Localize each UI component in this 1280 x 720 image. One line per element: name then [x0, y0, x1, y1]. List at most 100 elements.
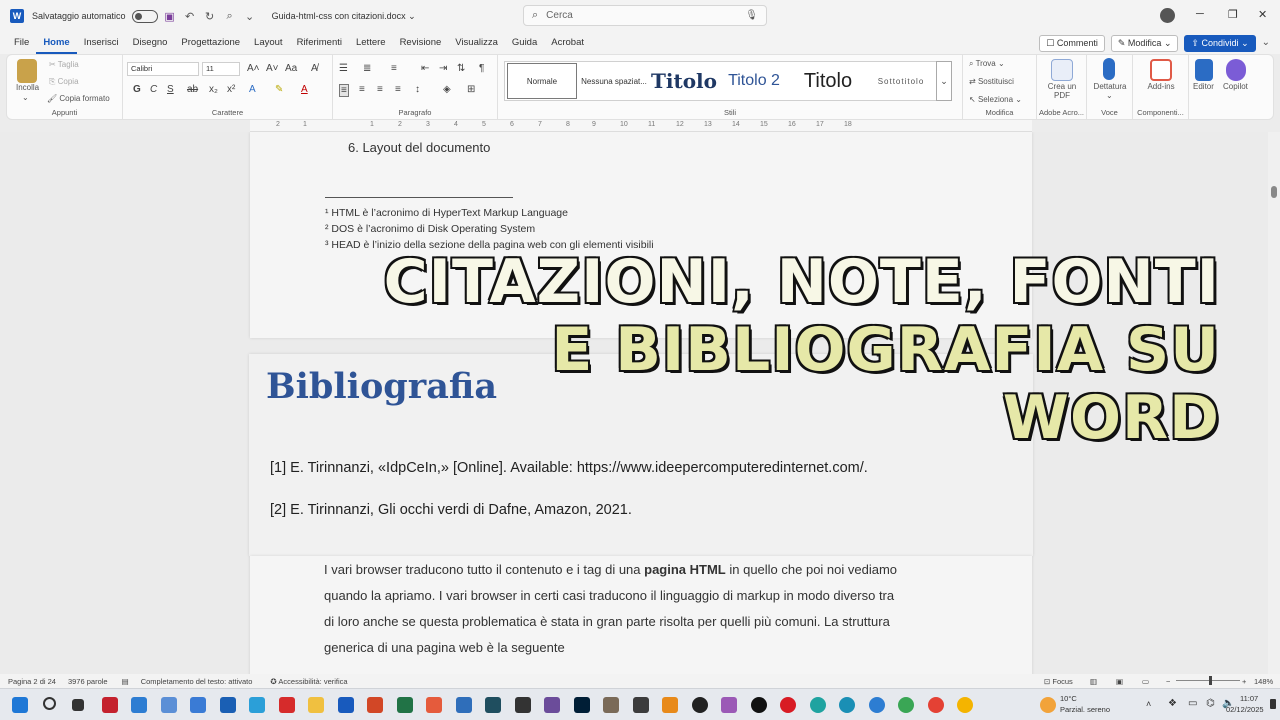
- italic-icon[interactable]: C: [150, 84, 157, 95]
- clock-date[interactable]: 02/12/2025: [1226, 705, 1264, 714]
- minimize-icon[interactable]: ─: [1196, 8, 1204, 20]
- app-icon[interactable]: [603, 697, 619, 713]
- edit-mode-button[interactable]: ✎ Modifica ⌄: [1110, 35, 1179, 52]
- editor-icon[interactable]: [1195, 59, 1213, 81]
- highlight-icon[interactable]: ✎: [275, 84, 283, 95]
- numbering-icon[interactable]: ≣: [363, 63, 371, 74]
- app-icon[interactable]: [544, 697, 560, 713]
- editor-label[interactable]: Editor: [1193, 82, 1214, 91]
- addins-label[interactable]: Add-ins: [1135, 82, 1187, 91]
- app-icon[interactable]: [692, 697, 708, 713]
- notification-icon[interactable]: [1270, 699, 1276, 709]
- focus-button[interactable]: ⊡ Focus: [1044, 677, 1073, 686]
- comments-button[interactable]: ☐ Commenti: [1039, 35, 1105, 52]
- change-case-icon[interactable]: Aa: [285, 63, 297, 74]
- shading-icon[interactable]: ◈: [443, 84, 451, 95]
- sort-icon[interactable]: ⇅: [457, 63, 465, 74]
- tab-help[interactable]: Guida: [505, 32, 544, 54]
- read-mode-icon[interactable]: ▥: [1090, 677, 1097, 686]
- app-icon[interactable]: [485, 697, 501, 713]
- borders-icon[interactable]: ⊞: [467, 84, 475, 95]
- document-title[interactable]: Guida-html-css con citazioni.docx ⌄: [272, 11, 416, 22]
- justify-icon[interactable]: ≡: [395, 84, 401, 95]
- app-icon[interactable]: [131, 697, 147, 713]
- chrome-icon[interactable]: [898, 697, 914, 713]
- scrollbar-thumb[interactable]: [1271, 186, 1277, 198]
- app-icon[interactable]: [102, 697, 118, 713]
- undo-icon[interactable]: ↶: [182, 10, 198, 23]
- style-heading-2[interactable]: Titolo 2: [721, 62, 787, 100]
- bold-icon[interactable]: G: [133, 84, 141, 95]
- line-spacing-icon[interactable]: ↕: [415, 84, 420, 95]
- proofing-icon[interactable]: ▤: [122, 677, 129, 686]
- dictate-label[interactable]: Dettatura: [1089, 82, 1131, 91]
- photoshop-icon[interactable]: [574, 697, 590, 713]
- styles-more-button[interactable]: ⌄: [936, 61, 952, 101]
- app-icon[interactable]: [456, 697, 472, 713]
- dropbox-icon[interactable]: ❖: [1168, 698, 1177, 709]
- font-size-select[interactable]: 11: [202, 62, 240, 76]
- tab-insert[interactable]: Inserisci: [77, 32, 126, 54]
- style-heading-1[interactable]: Titolo: [651, 62, 717, 100]
- ribbon-collapse-icon[interactable]: ⌄: [1262, 35, 1270, 52]
- tab-acrobat[interactable]: Acrobat: [544, 32, 591, 54]
- font-name-select[interactable]: Calibri: [127, 62, 199, 76]
- zoom-slider-handle[interactable]: [1209, 676, 1212, 685]
- autosave-toggle[interactable]: [131, 9, 158, 23]
- taskbar-search-icon[interactable]: [43, 697, 56, 710]
- tab-mailings[interactable]: Lettere: [349, 32, 393, 54]
- opera-icon[interactable]: [780, 697, 796, 713]
- copilot-icon[interactable]: [1226, 59, 1246, 81]
- app-icon[interactable]: [161, 697, 177, 713]
- tab-home[interactable]: Home: [36, 32, 77, 54]
- tab-review[interactable]: Revisione: [393, 32, 449, 54]
- align-left-icon[interactable]: ≡: [339, 84, 349, 97]
- customize-quick-access-icon[interactable]: ⌄: [242, 10, 258, 23]
- tab-file[interactable]: File: [7, 32, 36, 54]
- save-icon[interactable]: ▣: [162, 10, 178, 23]
- bullets-icon[interactable]: ☰: [339, 63, 348, 74]
- font-color-icon[interactable]: A: [301, 84, 308, 95]
- grow-font-icon[interactable]: A˄: [247, 63, 260, 74]
- show-marks-icon[interactable]: ¶: [479, 63, 484, 74]
- style-subtitle[interactable]: Sottotitolo: [869, 62, 933, 100]
- app-icon[interactable]: [190, 697, 206, 713]
- find-icon[interactable]: ⌕: [222, 10, 238, 23]
- vlc-icon[interactable]: [662, 697, 678, 713]
- accessibility-status[interactable]: ✪ Accessibilità: verifica: [270, 677, 347, 686]
- multilevel-list-icon[interactable]: ≡: [391, 63, 397, 74]
- tab-references[interactable]: Riferimenti: [290, 32, 349, 54]
- tray-overflow-icon[interactable]: ˄: [1146, 699, 1151, 709]
- tab-layout[interactable]: Layout: [247, 32, 290, 54]
- app-icon[interactable]: [721, 697, 737, 713]
- text-effects-icon[interactable]: A: [249, 84, 256, 95]
- word-count[interactable]: 3976 parole: [68, 677, 108, 686]
- network-icon[interactable]: ⌬: [1206, 698, 1215, 709]
- web-layout-icon[interactable]: ▭: [1142, 677, 1149, 686]
- page-count[interactable]: Pagina 2 di 24: [8, 677, 56, 686]
- microphone-icon[interactable]: 🎙: [745, 10, 758, 21]
- tab-view[interactable]: Visualizza: [448, 32, 505, 54]
- redo-icon[interactable]: ↻: [202, 10, 218, 23]
- vertical-scrollbar[interactable]: [1268, 132, 1280, 674]
- style-normal[interactable]: Normale: [507, 63, 577, 99]
- windows-start-icon[interactable]: [12, 697, 28, 713]
- clear-formatting-icon[interactable]: A̸: [311, 63, 318, 74]
- align-right-icon[interactable]: ≡: [377, 84, 383, 95]
- edge-icon[interactable]: [839, 697, 855, 713]
- app-icon[interactable]: [397, 697, 413, 713]
- format-painter-button[interactable]: 🖌 Copia formato: [47, 94, 110, 103]
- decrease-indent-icon[interactable]: ⇤: [421, 63, 429, 74]
- app-icon[interactable]: [220, 697, 236, 713]
- horizontal-ruler[interactable]: 2 1 1 2 3 4 5 6 7 8 9 10 11 12 13 14 15 …: [250, 120, 1032, 132]
- zoom-in-icon[interactable]: +: [1242, 677, 1246, 686]
- edge-icon[interactable]: [810, 697, 826, 713]
- tab-design[interactable]: Progettazione: [174, 32, 247, 54]
- display-icon[interactable]: ▭: [1188, 698, 1197, 709]
- chrome-icon[interactable]: [957, 697, 973, 713]
- increase-indent-icon[interactable]: ⇥: [439, 63, 447, 74]
- dictate-icon[interactable]: [1103, 58, 1115, 80]
- addins-icon[interactable]: [1150, 59, 1172, 81]
- tab-draw[interactable]: Disegno: [126, 32, 175, 54]
- file-explorer-icon[interactable]: [308, 697, 324, 713]
